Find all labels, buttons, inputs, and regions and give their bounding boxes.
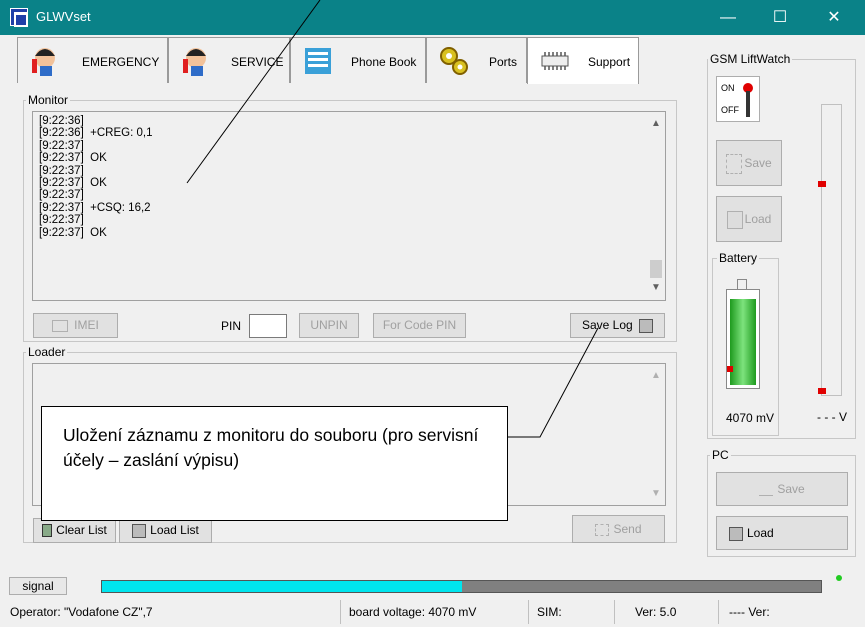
tab-support[interactable]: Support — [527, 37, 639, 84]
log-line: [9:22:37] — [39, 214, 84, 227]
log-line: [9:22:37] OK — [39, 226, 107, 239]
trash-icon — [42, 524, 53, 538]
signal-label: signal — [9, 577, 67, 595]
tab-phone-book[interactable]: Phone Book — [290, 37, 426, 83]
battery-label: Battery — [717, 251, 760, 265]
monitor-log[interactable]: [9:22:36] [9:22:36] +CREG: 0,1 [9:22:37]… — [32, 111, 666, 301]
gsm-save-button[interactable]: Save — [716, 140, 782, 186]
tab-label: Support — [588, 55, 631, 69]
send-button[interactable]: Send — [572, 515, 665, 543]
save-log-button[interactable]: Save Log — [570, 313, 665, 338]
pc-group: PC Save Load — [707, 448, 856, 557]
pc-label: PC — [710, 448, 731, 462]
gsm-liftwatch-group: GSM LiftWatch ON OFF Save Load Battery 4… — [707, 52, 856, 439]
scroll-up-icon[interactable]: ▲ — [651, 370, 661, 381]
status-bar: Operator: "Vodafone CZ",7 board voltage:… — [0, 597, 865, 627]
pc-save-button[interactable]: Save — [716, 472, 848, 506]
for-code-pin-button[interactable]: For Code PIN — [373, 313, 466, 338]
monitor-label: Monitor — [26, 93, 71, 107]
tab-label: EMERGENCY — [82, 55, 160, 69]
title-bar: GLWVset — ☐ ✕ — [0, 0, 865, 35]
load-icon — [726, 210, 743, 229]
imei-button[interactable]: IMEI — [33, 313, 118, 338]
tab-label: Ports — [489, 55, 518, 69]
tab-label: Phone Book — [351, 55, 417, 69]
pin-input[interactable] — [249, 314, 287, 338]
tab-label: SERVICE — [231, 55, 284, 69]
battery-gauge — [726, 289, 760, 389]
loader-scrollbar[interactable]: ▲ ▼ — [647, 364, 665, 505]
log-line: [9:22:37] OK — [39, 177, 107, 190]
switch-off-label: OFF — [721, 105, 739, 115]
status-operator: Operator: "Vodafone CZ",7 — [10, 605, 153, 619]
battery-fill — [730, 298, 756, 385]
operator-headset-icon — [32, 48, 55, 76]
log-line: [9:22:36] — [39, 115, 84, 127]
tab-emergency[interactable]: EMERGENCY — [17, 37, 168, 83]
operator-headset-icon — [183, 48, 206, 76]
log-line: [9:22:37] — [39, 164, 84, 177]
signal-bar — [101, 580, 822, 593]
log-line: [9:22:37] — [39, 189, 84, 202]
on-off-switch[interactable]: ON OFF — [716, 76, 760, 122]
level-value: - - - V — [817, 410, 847, 424]
scroll-thumb[interactable] — [650, 260, 662, 278]
scroll-down-icon[interactable]: ▼ — [651, 488, 661, 499]
log-line: [9:22:37] +CSQ: 16,2 — [39, 201, 151, 214]
phone-book-icon — [305, 48, 331, 74]
minimize-button[interactable]: — — [705, 0, 751, 35]
floppy-icon — [132, 523, 147, 538]
log-scrollbar[interactable]: ▲ ▼ — [647, 112, 665, 300]
level-gauge — [818, 104, 842, 396]
log-list: [9:22:36] [9:22:36] +CREG: 0,1 [9:22:37]… — [39, 115, 152, 239]
send-icon — [595, 523, 610, 536]
gsm-label: GSM LiftWatch — [708, 52, 793, 66]
close-button[interactable]: ✕ — [811, 0, 857, 35]
loader-label: Loader — [26, 345, 68, 359]
clear-list-button[interactable]: Clear List — [33, 518, 116, 543]
battery-marker — [727, 366, 733, 372]
load-list-button[interactable]: Load List — [119, 518, 212, 543]
gsm-load-button[interactable]: Load — [716, 196, 782, 242]
tab-service[interactable]: SERVICE — [168, 37, 290, 83]
floppy-icon — [639, 318, 654, 333]
scroll-down-icon[interactable]: ▼ — [651, 282, 661, 293]
callout-annotation: Uložení záznamu z monitoru do souboru (p… — [41, 406, 508, 521]
gears-icon — [440, 47, 468, 75]
pc-load-button[interactable]: Load — [716, 516, 848, 550]
battery-group: Battery 4070 mV — [712, 251, 779, 436]
chip-icon — [541, 52, 569, 70]
save-icon — [726, 153, 743, 174]
switch-on-label: ON — [721, 83, 735, 93]
imei-icon — [52, 319, 69, 332]
level-marker-bottom — [818, 388, 826, 394]
status-led-icon — [836, 575, 842, 581]
level-marker-top — [818, 181, 826, 187]
status-version-2: ---- Ver: — [718, 600, 865, 624]
battery-voltage: 4070 mV — [726, 411, 775, 425]
log-line: [9:22:37] — [39, 139, 84, 152]
floppy-icon — [729, 526, 743, 541]
log-line: [9:22:36] +CREG: 0,1 — [39, 127, 153, 140]
status-voltage: board voltage: 4070 mV — [340, 600, 528, 624]
scroll-up-icon[interactable]: ▲ — [651, 118, 661, 129]
tab-ports[interactable]: Ports — [426, 37, 527, 83]
pin-label: PIN — [221, 319, 242, 333]
monitor-group: Monitor [9:22:36] [9:22:36] +CREG: 0,1 [… — [23, 93, 677, 342]
window-title: GLWVset — [36, 9, 91, 24]
window-client: EMERGENCY SERVICE Phone Book Ports Suppo… — [0, 35, 865, 627]
battery-terminal — [737, 279, 747, 289]
app-icon — [10, 8, 28, 27]
switch-lever — [746, 91, 750, 117]
log-line: [9:22:37] OK — [39, 152, 107, 165]
unpin-button[interactable]: UNPIN — [299, 313, 359, 338]
save-icon — [759, 484, 774, 496]
maximize-button[interactable]: ☐ — [757, 0, 803, 35]
status-version: Ver: 5.0 — [614, 600, 718, 624]
status-sim: SIM: — [528, 600, 614, 624]
signal-fill — [102, 581, 462, 592]
